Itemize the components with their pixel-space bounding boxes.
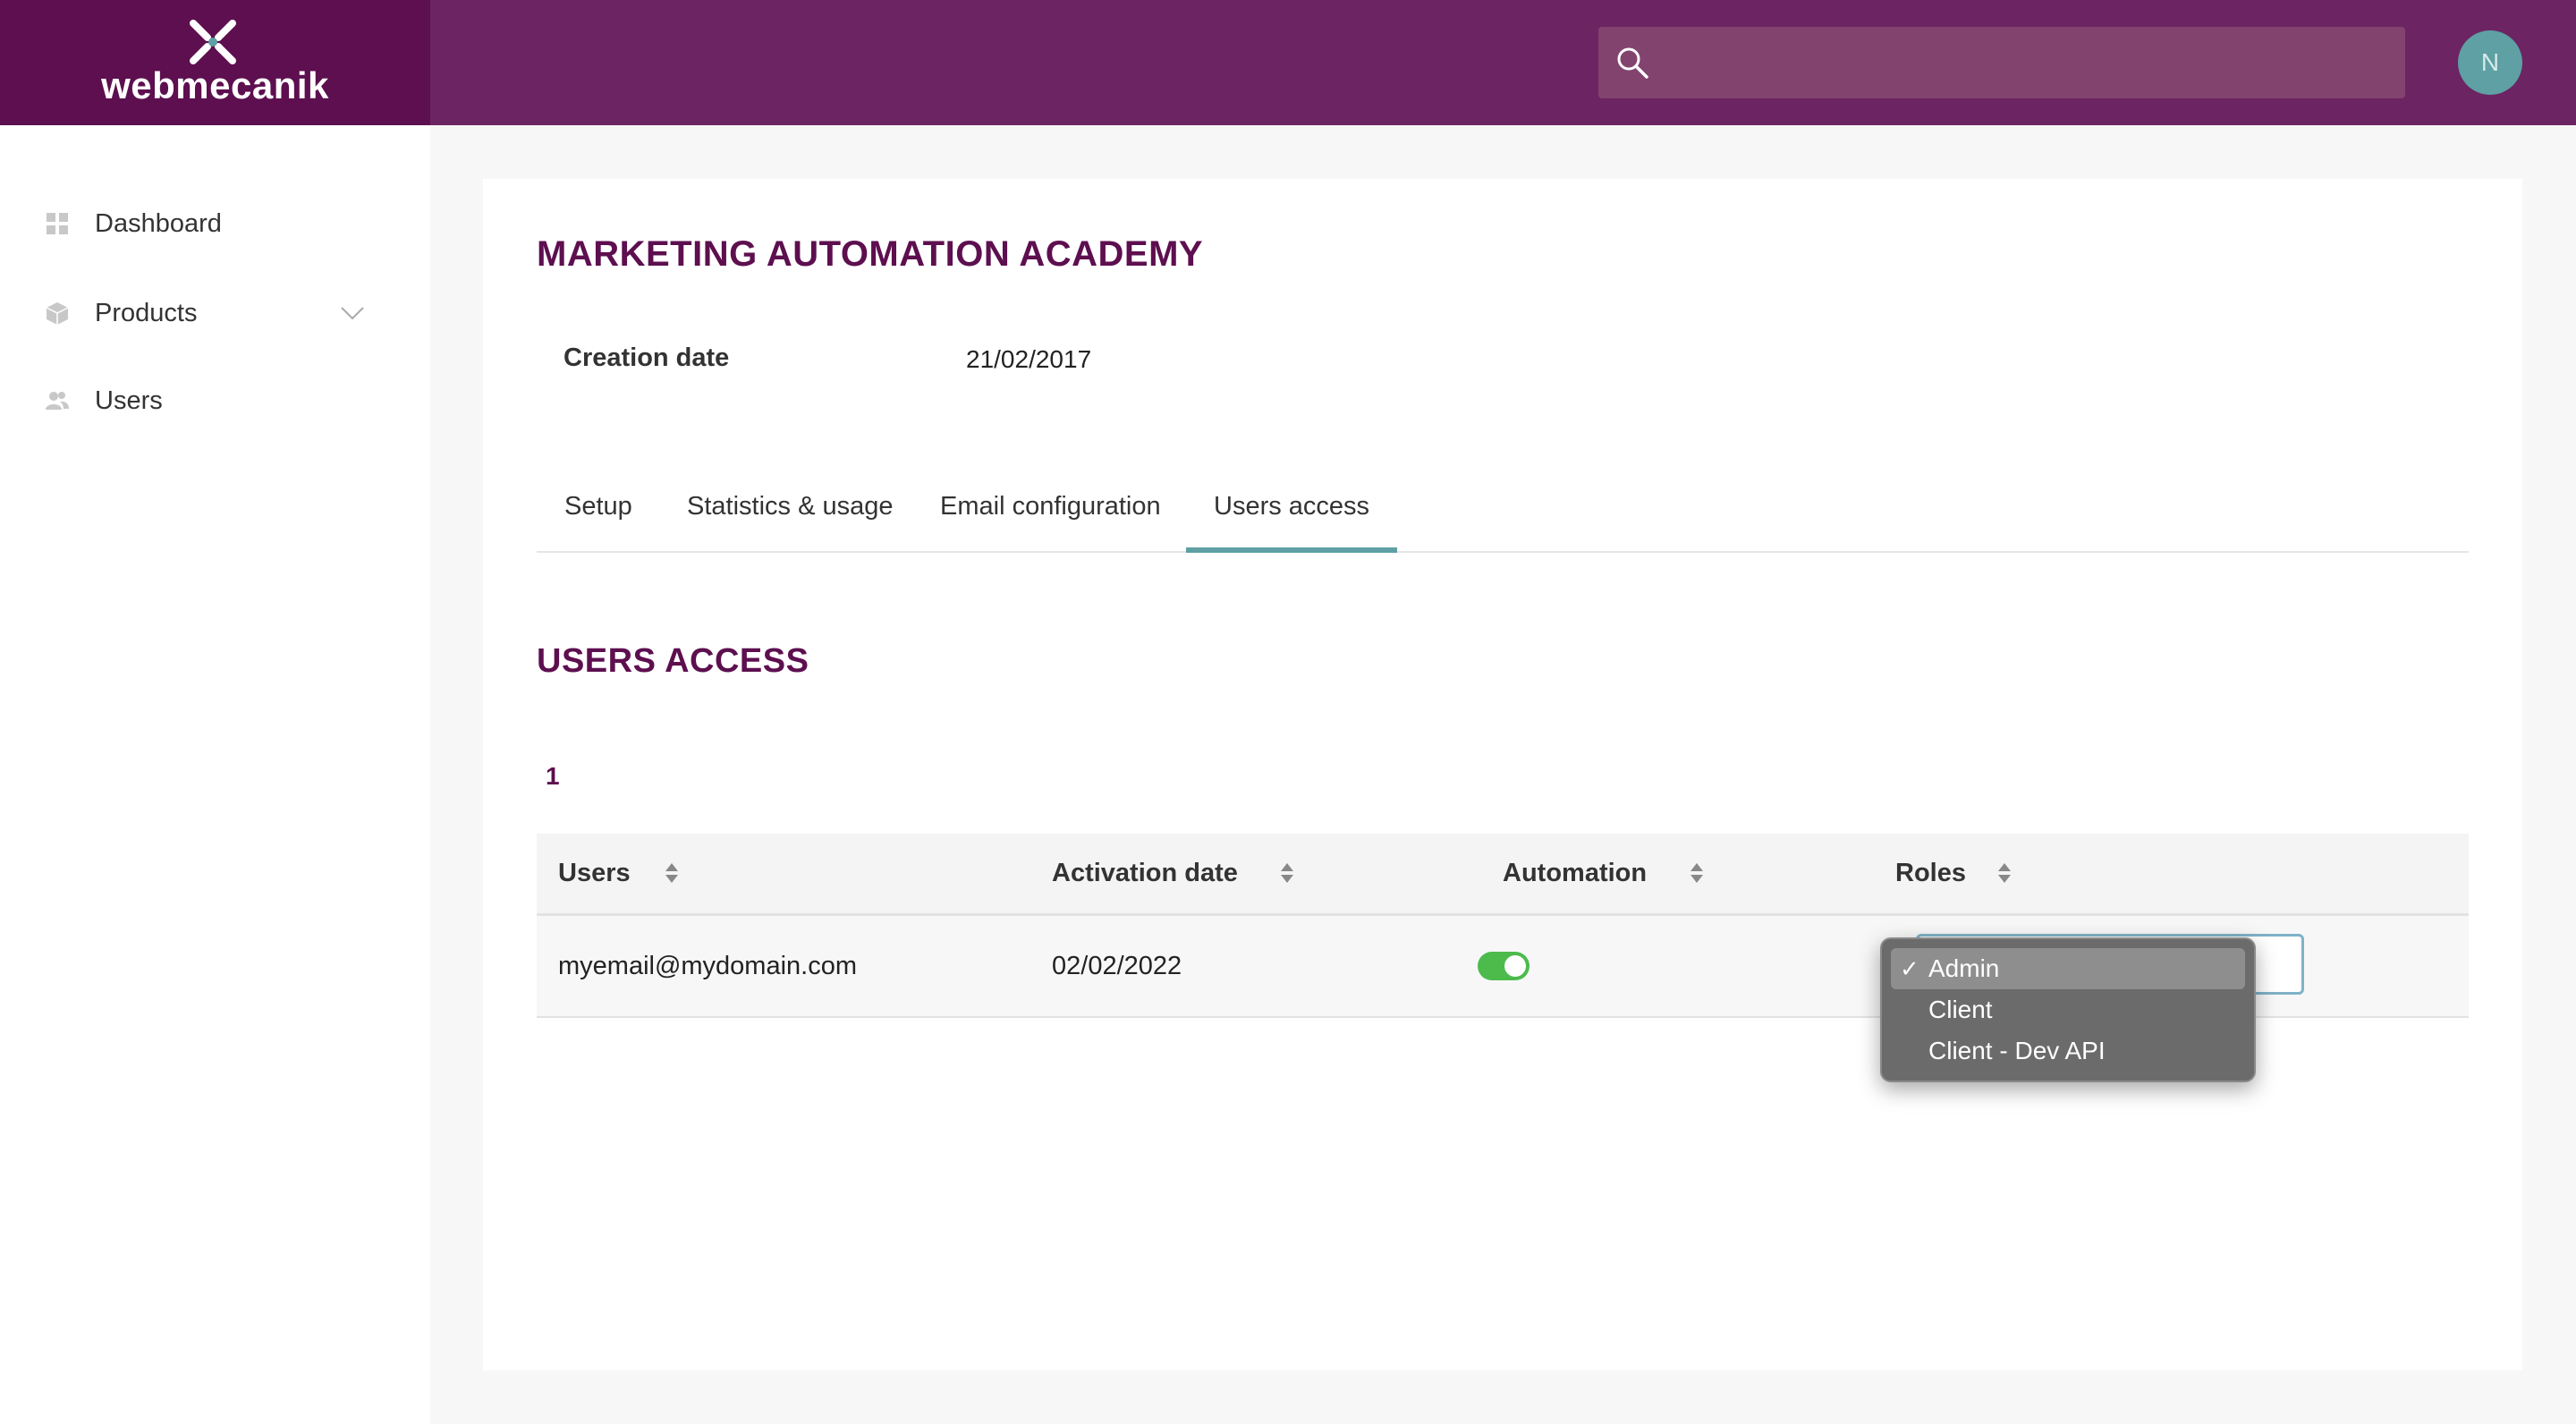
- role-dropdown-menu: ✓ Admin Client Client - Dev API: [1880, 937, 2256, 1082]
- chevron-down-icon[interactable]: [338, 299, 367, 327]
- table-header: Users Activation date Automation Roles: [537, 834, 2469, 916]
- users-icon: [46, 392, 69, 410]
- role-option-client[interactable]: Client: [1891, 989, 2245, 1030]
- column-header-automation[interactable]: Automation: [1503, 859, 1647, 888]
- column-header-roles[interactable]: Roles: [1895, 859, 1966, 888]
- tab-email-configuration[interactable]: Email configuration: [912, 483, 1189, 553]
- sidebar-item-dashboard[interactable]: Dashboard: [0, 188, 430, 259]
- avatar-initial: N: [2480, 48, 2500, 76]
- sidebar-item-label: Products: [95, 298, 198, 327]
- logo-text: webmecanik: [101, 64, 329, 106]
- sidebar: Dashboard Products Users: [0, 125, 430, 1424]
- role-option-client-dev-api[interactable]: Client - Dev API: [1891, 1030, 2245, 1072]
- creation-date-label: Creation date: [564, 343, 730, 372]
- role-option-admin[interactable]: ✓ Admin: [1891, 948, 2245, 989]
- sort-icon[interactable]: [1689, 860, 1705, 886]
- toggle-knob: [1504, 955, 1526, 977]
- tab-statistics-usage[interactable]: Statistics & usage: [659, 483, 921, 553]
- page-title: MARKETING AUTOMATION ACADEMY: [537, 234, 1204, 274]
- checkmark-icon: ✓: [1900, 955, 1919, 982]
- logo-icon: [190, 20, 236, 64]
- search-input[interactable]: [1598, 27, 2405, 98]
- section-title: USERS ACCESS: [537, 642, 809, 680]
- sidebar-item-users[interactable]: Users: [0, 365, 430, 437]
- sidebar-item-label: Users: [95, 386, 163, 415]
- main-card: MARKETING AUTOMATION ACADEMY Creation da…: [483, 179, 2522, 1370]
- avatar[interactable]: N: [2458, 30, 2522, 95]
- tab-users-access[interactable]: Users access: [1186, 483, 1398, 553]
- creation-date-value: 21/02/2017: [966, 345, 1092, 373]
- box-icon: [46, 302, 69, 325]
- sidebar-item-products[interactable]: Products: [0, 277, 430, 349]
- sort-icon[interactable]: [664, 860, 680, 886]
- column-header-activation-date[interactable]: Activation date: [1052, 859, 1238, 888]
- option-label: Client - Dev API: [1928, 1037, 2106, 1064]
- top-header: webmecanik N: [0, 0, 2576, 125]
- sort-icon[interactable]: [1279, 860, 1295, 886]
- user-email: myemail@mydomain.com: [558, 952, 858, 980]
- option-label: Admin: [1928, 954, 2000, 982]
- option-label: Client: [1928, 996, 1993, 1023]
- tab-bar: Setup Statistics & usage Email configura…: [537, 483, 2469, 553]
- sidebar-item-label: Dashboard: [95, 208, 222, 238]
- tab-setup[interactable]: Setup: [537, 483, 660, 553]
- automation-toggle[interactable]: [1478, 952, 1530, 980]
- grid-icon: [47, 213, 68, 234]
- activation-date: 02/02/2022: [1052, 952, 1182, 980]
- pagination-page-1[interactable]: 1: [546, 762, 560, 791]
- sort-icon[interactable]: [1996, 860, 2012, 886]
- logo[interactable]: webmecanik: [0, 0, 430, 125]
- column-header-users[interactable]: Users: [558, 859, 631, 888]
- search-icon: [1617, 47, 1648, 79]
